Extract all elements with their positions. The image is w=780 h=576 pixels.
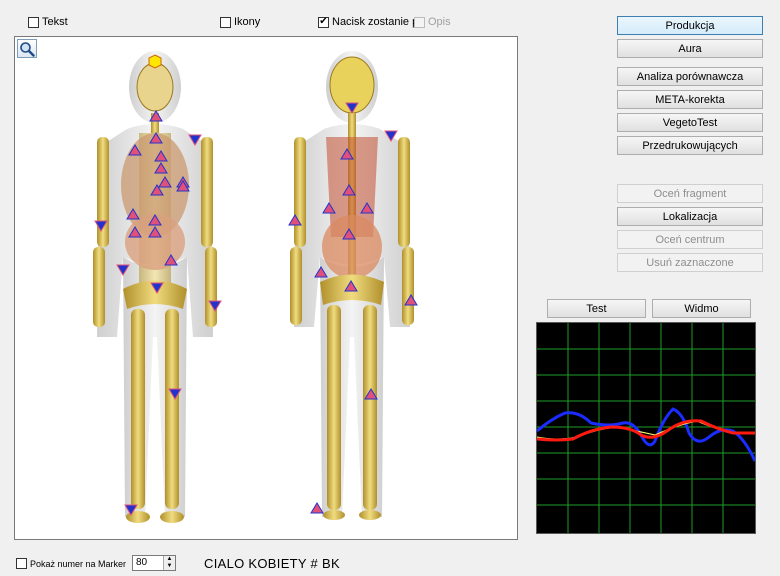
ikony-checkbox-box[interactable] <box>220 16 231 28</box>
marker-head-yellow <box>148 54 162 69</box>
tekst-label: Tekst <box>42 16 68 28</box>
pokaz-numer-checkbox[interactable]: Pokaż numer na Marker <box>16 558 126 569</box>
tekst-checkbox[interactable]: Tekst <box>28 16 68 28</box>
marker-number-value[interactable]: 80 <box>133 556 163 570</box>
test-button[interactable]: Test <box>547 299 646 318</box>
body-caption: CIALO KOBIETY # BK <box>204 556 340 571</box>
meta-korekta-button[interactable]: META-korekta <box>617 90 763 109</box>
pokaz-numer-label: Pokaż numer na Marker <box>30 558 127 569</box>
ocen-centrum-button: Oceń centrum <box>617 230 763 249</box>
stepper-down-icon[interactable]: ▼ <box>164 563 175 570</box>
body-view[interactable] <box>14 36 518 540</box>
ikony-label: Ikony <box>234 16 261 28</box>
nacisk-checkbox-box[interactable]: ✔ <box>318 16 329 28</box>
analiza-porownawcza-button[interactable]: Analiza porównawcza <box>617 67 763 86</box>
przedrukowujacych-button[interactable]: Przedrukowujących <box>617 136 763 155</box>
tekst-checkbox-box[interactable] <box>28 16 39 28</box>
lokalizacja-button[interactable]: Lokalizacja <box>617 207 763 226</box>
vegetotest-button[interactable]: VegetoTest <box>617 113 763 132</box>
ikony-checkbox[interactable]: Ikony <box>220 16 260 28</box>
produkcja-button[interactable]: Produkcja <box>617 16 763 35</box>
opis-label: Opis <box>428 16 451 28</box>
stepper-up-icon[interactable]: ▲ <box>164 556 175 563</box>
nacisk-label: Nacisk zostanie p <box>332 16 419 28</box>
aura-button[interactable]: Aura <box>617 39 763 58</box>
opis-checkbox: Opis <box>414 16 451 28</box>
usun-zaznaczone-button: Usuń zaznaczone <box>617 253 763 272</box>
widmo-button[interactable]: Widmo <box>652 299 751 318</box>
anatomy-figures <box>93 51 418 523</box>
pokaz-numer-checkbox-box[interactable] <box>16 558 27 569</box>
nacisk-checkbox[interactable]: ✔ Nacisk zostanie p <box>318 16 418 28</box>
zoom-icon[interactable] <box>17 39 37 58</box>
opis-checkbox-box <box>414 16 425 28</box>
spectrum-graph <box>536 323 757 533</box>
ocen-fragment-button: Oceń fragment <box>617 184 763 203</box>
marker <box>310 502 324 514</box>
marker-number-stepper[interactable]: 80 ▲ ▼ <box>132 555 176 571</box>
spectrum-display <box>536 322 757 534</box>
